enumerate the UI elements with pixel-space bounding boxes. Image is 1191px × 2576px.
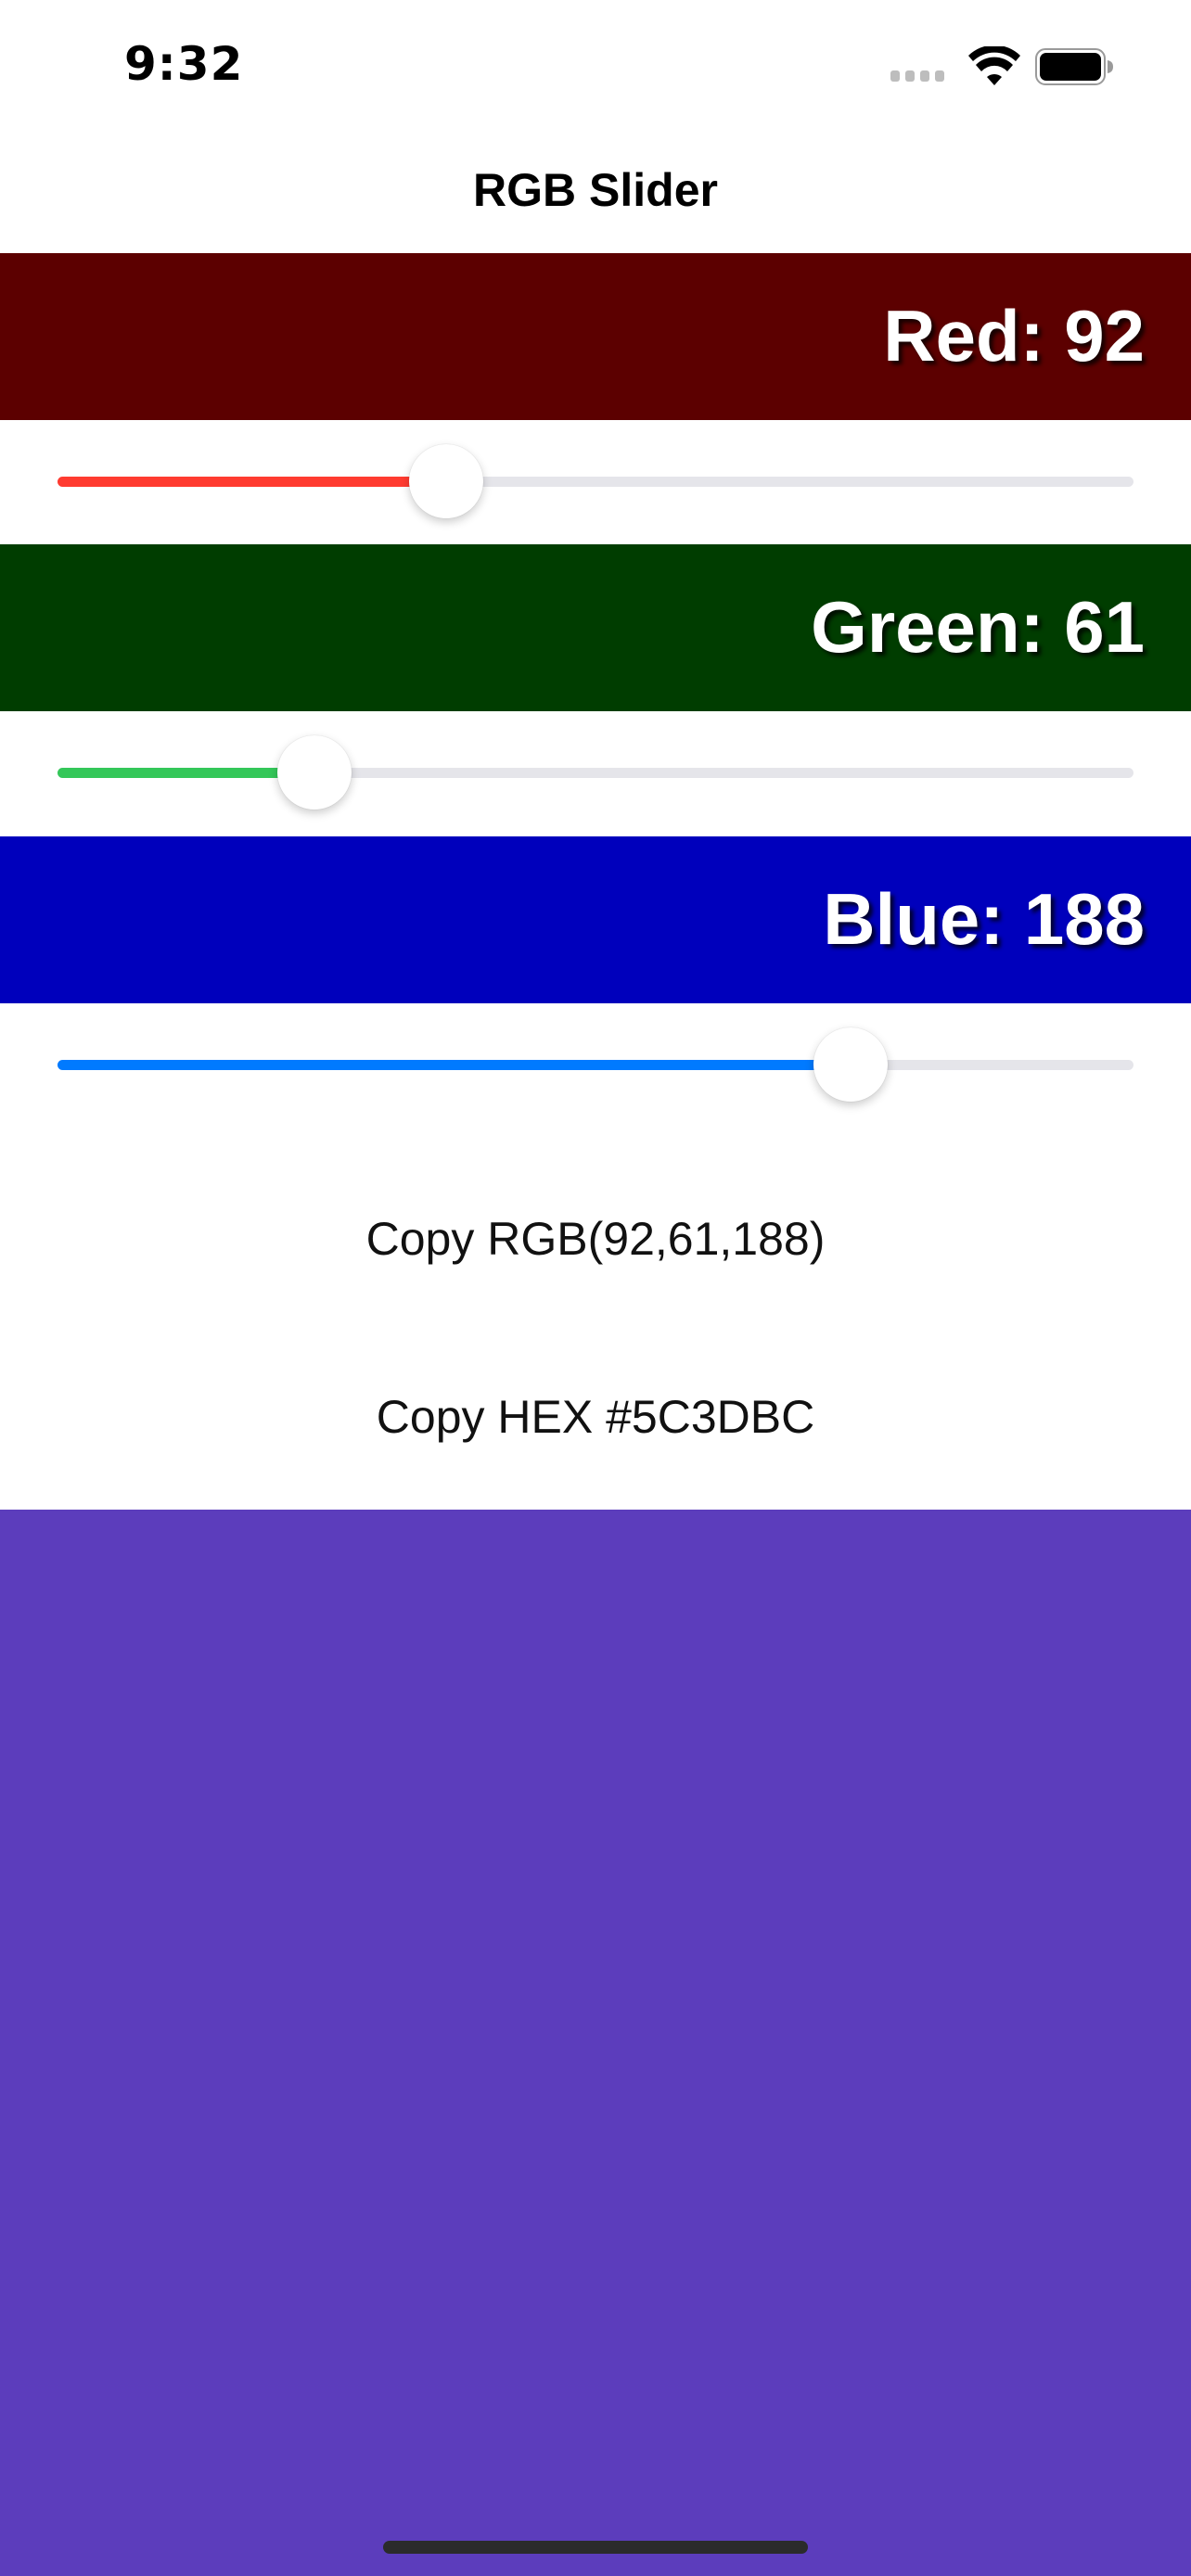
wifi-icon xyxy=(968,46,1020,85)
red-slider[interactable] xyxy=(58,444,1133,518)
page-title: RGB Slider xyxy=(473,164,718,216)
red-color-band: Red: 92 xyxy=(0,253,1191,420)
home-indicator xyxy=(383,2541,808,2554)
signal-icon xyxy=(890,69,946,82)
green-slider-thumb[interactable] xyxy=(277,735,352,810)
blue-slider-fill xyxy=(58,1060,851,1070)
red-slider-fill xyxy=(58,477,446,487)
copy-rgb-button[interactable]: Copy RGB(92,61,188) xyxy=(0,1211,1191,1267)
green-slider-fill xyxy=(58,768,314,778)
blue-slider-thumb[interactable] xyxy=(813,1027,888,1102)
status-time: 9:32 xyxy=(124,37,244,91)
green-slider[interactable] xyxy=(58,735,1133,810)
green-value-label: Green: 61 xyxy=(811,586,1145,668)
green-color-band: Green: 61 xyxy=(0,544,1191,711)
status-icons xyxy=(890,43,1113,95)
blue-color-band: Blue: 188 xyxy=(0,836,1191,1003)
copy-hex-button[interactable]: Copy HEX #5C3DBC xyxy=(0,1389,1191,1445)
red-slider-thumb[interactable] xyxy=(409,444,483,518)
color-preview-swatch xyxy=(0,1510,1191,2576)
red-value-label: Red: 92 xyxy=(883,295,1145,376)
blue-value-label: Blue: 188 xyxy=(823,878,1145,960)
blue-slider[interactable] xyxy=(58,1027,1133,1102)
battery-icon xyxy=(1035,48,1113,85)
status-bar: 9:32 xyxy=(0,0,1191,130)
